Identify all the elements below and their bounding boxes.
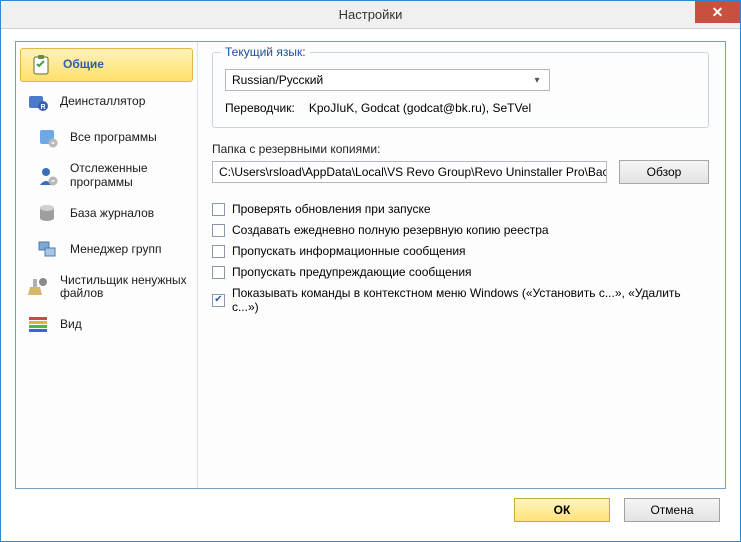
- tracked-icon: [36, 164, 60, 188]
- check-label: Пропускать информационные сообщения: [232, 244, 466, 258]
- sidebar-item-label: Все программы: [70, 131, 157, 145]
- window-title: Настройки: [1, 7, 740, 22]
- uninstaller-icon: R: [26, 90, 50, 114]
- close-button[interactable]: ✕: [695, 1, 740, 23]
- sidebar-item-label: Отслеженные программы: [70, 162, 189, 190]
- checkbox-checked-icon: ✔: [212, 294, 225, 307]
- sidebar-item-label: База журналов: [70, 207, 154, 221]
- ok-button[interactable]: ОК: [514, 498, 610, 522]
- language-value: Russian/Русский: [232, 73, 529, 87]
- ok-label: ОК: [554, 503, 571, 517]
- sidebar: Общие R Деинсталлятор Все программы: [16, 42, 198, 488]
- window-body: Общие R Деинсталлятор Все программы: [1, 29, 740, 541]
- language-group: Текущий язык: Russian/Русский ▾ Переводч…: [212, 52, 709, 128]
- close-icon: ✕: [712, 4, 724, 21]
- check-label: Проверять обновления при запуске: [232, 202, 431, 216]
- check-label: Создавать ежедневно полную резервную коп…: [232, 223, 549, 237]
- check-context-menu[interactable]: ✔ Показывать команды в контекстном меню …: [212, 286, 709, 314]
- group-manager-icon: [36, 238, 60, 262]
- backup-path-input[interactable]: C:\Users\rsload\AppData\Local\VS Revo Gr…: [212, 161, 607, 183]
- svg-text:R: R: [40, 104, 45, 111]
- main-panel: Текущий язык: Russian/Русский ▾ Переводч…: [198, 42, 725, 488]
- language-combo[interactable]: Russian/Русский ▾: [225, 69, 550, 91]
- browse-label: Обзор: [647, 165, 682, 179]
- check-updates[interactable]: Проверять обновления при запуске: [212, 202, 709, 216]
- check-label: Показывать команды в контекстном меню Wi…: [232, 286, 709, 314]
- sidebar-item-label: Общие: [63, 58, 104, 72]
- backup-label: Папка с резервными копиями:: [212, 142, 709, 156]
- view-icon: [26, 313, 50, 337]
- sidebar-item-view[interactable]: Вид: [16, 307, 197, 343]
- backup-row: C:\Users\rsload\AppData\Local\VS Revo Gr…: [212, 160, 709, 184]
- content-frame: Общие R Деинсталлятор Все программы: [15, 41, 726, 489]
- sidebar-item-all-programs[interactable]: Все программы: [16, 120, 197, 156]
- programs-icon: [36, 126, 60, 150]
- sidebar-item-junk-cleaner[interactable]: Чистильщик ненужных файлов: [16, 268, 197, 308]
- database-icon: [36, 202, 60, 226]
- language-legend: Текущий язык:: [221, 45, 310, 59]
- sidebar-item-uninstaller[interactable]: R Деинсталлятор: [16, 84, 197, 120]
- chevron-down-icon: ▾: [529, 75, 545, 86]
- clipboard-icon: [29, 53, 53, 77]
- sidebar-item-group-manager[interactable]: Менеджер групп: [16, 232, 197, 268]
- translator-label: Переводчик:: [225, 101, 295, 115]
- sidebar-item-general[interactable]: Общие: [20, 48, 193, 82]
- cleaner-icon: [26, 275, 50, 299]
- settings-window: Настройки ✕ Общие R Деинсталлятор: [0, 0, 741, 542]
- browse-button[interactable]: Обзор: [619, 160, 709, 184]
- check-skip-info[interactable]: Пропускать информационные сообщения: [212, 244, 709, 258]
- sidebar-item-log-database[interactable]: База журналов: [16, 196, 197, 232]
- check-label: Пропускать предупреждающие сообщения: [232, 265, 472, 279]
- checkbox-icon: [212, 224, 225, 237]
- cancel-label: Отмена: [650, 503, 693, 517]
- checkbox-icon: [212, 266, 225, 279]
- backup-path-text: C:\Users\rsload\AppData\Local\VS Revo Gr…: [219, 165, 607, 179]
- check-skip-warnings[interactable]: Пропускать предупреждающие сообщения: [212, 265, 709, 279]
- checkbox-icon: [212, 245, 225, 258]
- sidebar-item-label: Чистильщик ненужных файлов: [60, 274, 189, 302]
- sidebar-item-label: Менеджер групп: [70, 243, 161, 257]
- sidebar-item-tracked-programs[interactable]: Отслеженные программы: [16, 156, 197, 196]
- sidebar-item-label: Вид: [60, 318, 82, 332]
- dialog-footer: ОК Отмена: [15, 489, 726, 531]
- translator-row: Переводчик: KpoJIuK, Godcat (godcat@bk.r…: [225, 101, 696, 115]
- sidebar-item-label: Деинсталлятор: [60, 95, 145, 109]
- checkbox-icon: [212, 203, 225, 216]
- titlebar: Настройки ✕: [1, 1, 740, 29]
- translator-value: KpoJIuK, Godcat (godcat@bk.ru), SeTVel: [309, 101, 531, 115]
- check-daily-backup[interactable]: Создавать ежедневно полную резервную коп…: [212, 223, 709, 237]
- cancel-button[interactable]: Отмена: [624, 498, 720, 522]
